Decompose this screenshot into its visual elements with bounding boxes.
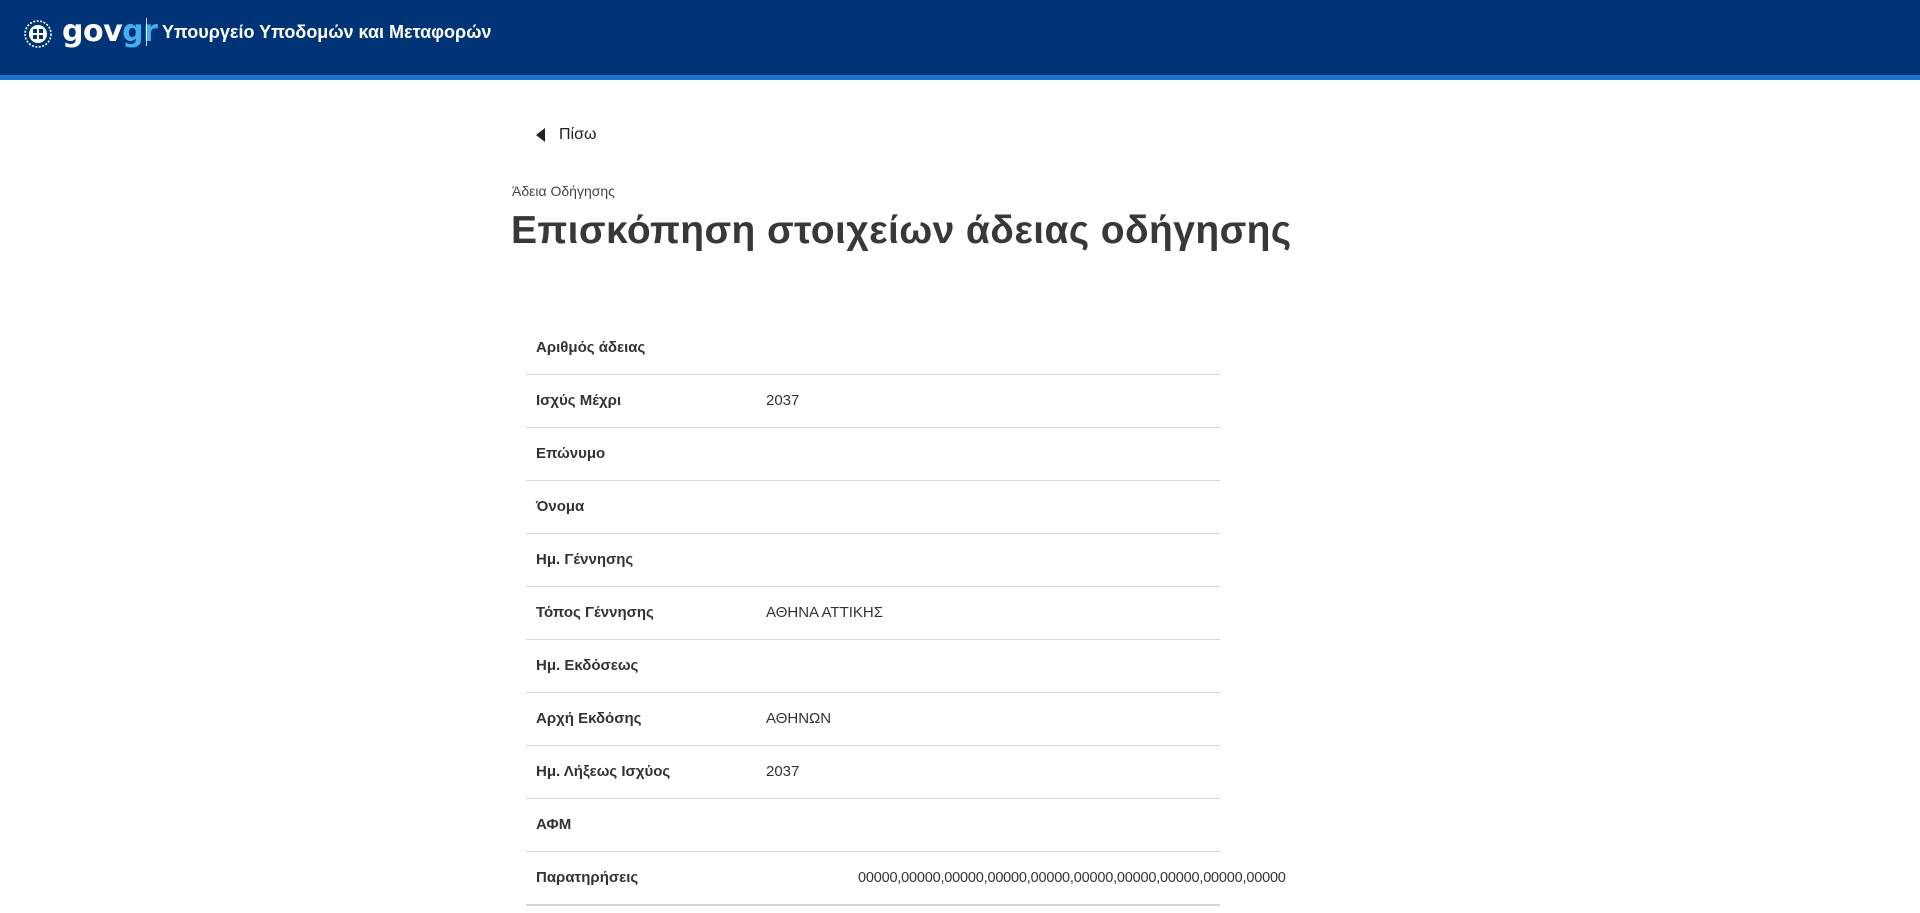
detail-label: Όνομα [536,498,585,515]
detail-row-issue-date: Ημ. Εκδόσεως [526,640,1220,693]
detail-label: Ημ. Εκδόσεως [536,657,639,674]
back-link[interactable]: Πίσω [536,124,596,146]
detail-label: Αριθμός άδειας [536,339,646,356]
back-label: Πίσω [559,126,597,143]
detail-row-remarks: Παρατηρήσεις 00000,00000,00000,00000,000… [526,852,1286,906]
detail-value: 2037 [766,763,800,780]
detail-label: Ημ. Γέννησης [536,551,634,568]
detail-label: ΑΦΜ [536,816,572,833]
detail-label: Παρατηρήσεις [536,869,639,886]
detail-value: ΑΘΗΝΑ ΑΤΤΙΚΗΣ [766,604,884,621]
license-details-list: Αριθμός άδειας Ισχύς Μέχρι 2037 Επώνυμο … [526,322,1286,906]
logo-gov-text: gov [62,14,123,49]
detail-row-first-name: Όνομα [526,481,1220,534]
logo-divider [146,18,147,46]
page-caption: Άδεια Οδήγησης [512,183,615,199]
detail-value-remarks: 00000,00000,00000,00000,00000,00000,0000… [858,870,1286,886]
ministry-name: Υπουργείο Υποδομών και Μεταφορών [162,22,492,42]
page-title: Επισκόπηση στοιχείων άδειας οδήγησης [511,209,1292,252]
detail-label: Τόπος Γέννησης [536,604,654,621]
back-arrow-icon [536,128,545,142]
detail-row-issuing-authority: Αρχή Εκδόσης ΑΘΗΝΩΝ [526,693,1220,746]
detail-row-tax-id: ΑΦΜ [526,799,1220,852]
detail-row-valid-until: Ισχύς Μέχρι 2037 [526,375,1220,428]
detail-label: Ημ. Λήξεως Ισχύος [536,763,671,780]
detail-value: ΑΘΗΝΩΝ [766,710,832,727]
detail-label: Αρχή Εκδόσης [536,710,642,727]
site-header: govgr Υπουργείο Υποδομών και Μεταφορών [0,0,1920,80]
detail-row-surname: Επώνυμο [526,428,1220,481]
detail-row-license-number: Αριθμός άδειας [526,322,1220,375]
detail-row-birth-place: Τόπος Γέννησης ΑΘΗΝΑ ΑΤΤΙΚΗΣ [526,587,1220,640]
greek-emblem-icon[interactable] [24,20,52,48]
logo-gr-text: gr [122,14,158,49]
detail-label: Ισχύς Μέχρι [536,392,622,409]
detail-row-birth-date: Ημ. Γέννησης [526,534,1220,587]
detail-row-expiry-date: Ημ. Λήξεως Ισχύος 2037 [526,746,1220,799]
detail-value: 2037 [766,392,800,409]
govgr-logo[interactable]: govgr [62,14,158,50]
detail-label: Επώνυμο [536,445,606,462]
